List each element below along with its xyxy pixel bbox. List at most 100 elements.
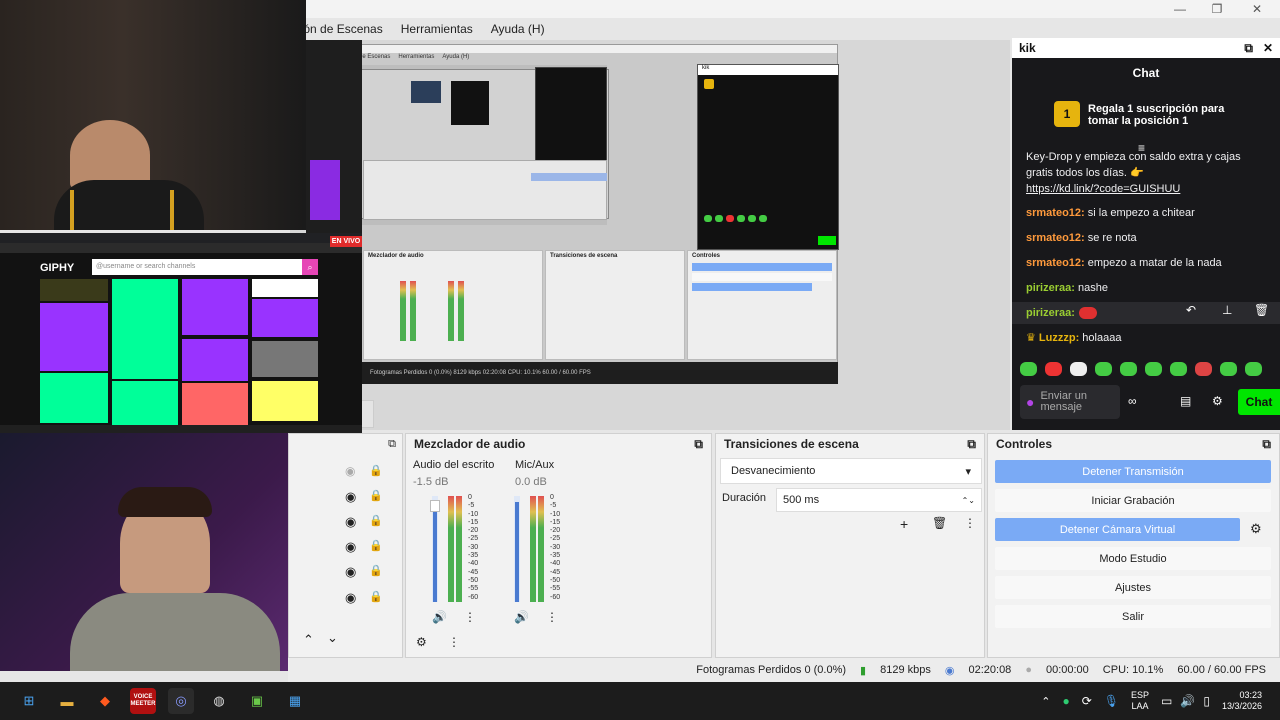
speaker-icon[interactable]: 🔊 <box>514 610 529 624</box>
chat-link[interactable]: https://kd.link/?code=GUISHUU <box>1026 181 1266 197</box>
cpu-usage: CPU: 10.1% <box>1102 664 1164 676</box>
channel-db: -1.5 dB <box>413 476 449 488</box>
stop-virtual-camera-button[interactable]: Detener Cámara Virtual <box>995 518 1240 541</box>
eye-icon[interactable]: ◉ <box>345 564 356 580</box>
float-icon[interactable]: ⧉ <box>388 438 396 451</box>
chat-send-button[interactable]: Chat <box>1238 389 1280 415</box>
pin-icon[interactable]: ⊥ <box>1222 303 1232 317</box>
more-icon[interactable]: ⋮ <box>448 635 460 649</box>
chat-title: Chat <box>1132 66 1160 80</box>
live-badge: EN VIVO <box>330 236 362 247</box>
controls-title: Controles <box>996 437 1053 451</box>
reply-icon[interactable]: ↶ <box>1186 303 1196 317</box>
giphy-logo: GIPHY <box>40 262 75 274</box>
gear-icon[interactable]: ⚙ <box>1250 521 1262 537</box>
emote-bar[interactable] <box>1020 362 1270 378</box>
network-icon[interactable]: ▭ <box>1161 694 1172 708</box>
green-app-icon[interactable]: ▣ <box>244 688 270 714</box>
speaker-icon[interactable]: 🔊 <box>432 610 447 624</box>
menu-tools[interactable]: Herramientas <box>399 22 475 36</box>
volume-slider[interactable] <box>514 496 520 602</box>
chat-message: Key-Drop y empieza con saldo extra y caj… <box>1026 151 1241 179</box>
chevron-up-icon[interactable]: ⌃ <box>303 632 314 648</box>
chat-promo[interactable]: Regala 1 suscripción para tomar la posic… <box>1088 103 1238 127</box>
language-indicator[interactable]: ESP LAA <box>1131 690 1149 712</box>
channel-name: Mic/Aux <box>515 459 555 471</box>
clock[interactable]: 03:23 13/3/2026 <box>1222 690 1262 712</box>
chat-message-hovered[interactable]: pirizeraa: <box>1012 302 1280 324</box>
lock-icon[interactable]: 🔒 <box>369 464 383 477</box>
studio-mode-button[interactable]: Modo Estudio <box>995 547 1271 570</box>
close-icon[interactable]: ✕ <box>1237 0 1277 18</box>
minimize-icon[interactable]: — <box>1160 0 1200 18</box>
bitrate: 8129 kbps <box>880 664 931 676</box>
nested-controls-title: Controles <box>692 253 721 259</box>
lock-icon[interactable]: 🔒 <box>369 514 383 527</box>
more-icon[interactable]: ⋮ <box>464 610 476 624</box>
brave-browser-icon[interactable]: ◆ <box>92 688 118 714</box>
chevron-down-icon: ▾ <box>965 465 971 478</box>
float-icon[interactable]: ⧉ <box>1262 437 1271 452</box>
record-icon: ● <box>1025 664 1032 676</box>
obs-icon[interactable]: ◍ <box>206 688 232 714</box>
mic-icon[interactable]: 🎙 <box>1104 694 1119 708</box>
more-icon[interactable]: ⋮ <box>964 516 976 530</box>
lock-icon[interactable]: 🔒 <box>369 539 383 552</box>
float-icon[interactable]: ⧉ <box>1244 41 1253 56</box>
fps: 60.00 / 60.00 FPS <box>1177 664 1266 676</box>
chat-input[interactable]: ● Enviar un mensaje <box>1020 385 1120 419</box>
float-icon[interactable]: ⧉ <box>967 437 976 452</box>
exit-button[interactable]: Salir <box>995 605 1271 628</box>
store-icon[interactable]: ▤ <box>1180 394 1191 408</box>
sync-icon[interactable]: ⟳ <box>1082 694 1092 708</box>
eye-icon[interactable]: ◉ <box>345 590 356 606</box>
discord-icon[interactable]: ◎ <box>168 688 194 714</box>
db-scale: 0 -5 -10 -15 -20 -25 -30 -35 -40 -45 -50 -55 -60 <box>550 494 561 601</box>
volume-icon[interactable]: 🔊 <box>1180 694 1195 708</box>
add-icon[interactable]: + <box>900 516 908 532</box>
settings-button[interactable]: Ajustes <box>995 576 1271 599</box>
photos-icon[interactable]: ▦ <box>282 688 308 714</box>
giphy-search-input[interactable]: @username or search channels <box>92 259 302 275</box>
windows-start-icon[interactable]: ⊞ <box>16 688 42 714</box>
maximize-icon[interactable]: ❐ <box>1197 0 1237 18</box>
mic-icon[interactable]: ● <box>1026 394 1034 410</box>
giphy-browser: GIPHY @username or search channels ⌕ <box>0 233 362 433</box>
lock-icon[interactable]: 🔒 <box>369 564 383 577</box>
gear-icon[interactable]: ⚙ <box>1212 394 1223 408</box>
float-icon[interactable]: ⧉ <box>694 437 703 452</box>
infinity-icon[interactable]: ∞ <box>1128 394 1137 408</box>
lock-icon[interactable]: 🔒 <box>369 590 383 603</box>
eye-icon[interactable]: ◉ <box>345 539 356 555</box>
transition-select[interactable]: Desvanecimiento ▾ <box>720 458 982 484</box>
status-dot-icon[interactable]: ● <box>1062 694 1069 708</box>
crown-icon: ♛ <box>1026 332 1039 344</box>
trash-icon[interactable]: 🗑 <box>932 516 947 530</box>
stream-icon: ◉ <box>944 664 955 677</box>
search-icon[interactable]: ⌕ <box>302 259 318 275</box>
start-recording-button[interactable]: Iniciar Grabación <box>995 489 1271 512</box>
lock-icon[interactable]: 🔒 <box>369 489 383 502</box>
volume-slider[interactable] <box>430 496 440 602</box>
nested-transitions-title: Transiciones de escena <box>550 253 618 259</box>
more-icon[interactable]: ⋮ <box>546 610 558 624</box>
nested-mixer-title: Mezclador de audio <box>368 253 424 259</box>
duration-spinbox[interactable]: 500 ms ⌃⌄ <box>776 488 982 512</box>
battery-icon[interactable]: ▯ <box>1203 694 1210 708</box>
file-explorer-icon[interactable]: ▬ <box>54 688 80 714</box>
menu-help[interactable]: Ayuda (H) <box>489 22 547 36</box>
eye-icon[interactable]: ◉ <box>345 489 356 505</box>
chevron-down-icon[interactable]: ⌄ <box>327 630 338 646</box>
chevron-up-icon[interactable]: ⌃ <box>1041 695 1050 708</box>
nested-obs-capture: ación de Escenas Herramientas Ayuda (H) … <box>330 44 839 384</box>
gear-icon[interactable]: ⚙ <box>416 635 427 649</box>
eye-icon[interactable]: ◉ <box>345 514 356 530</box>
stop-stream-button[interactable]: Detener Transmisión <box>995 460 1271 483</box>
dropped-frames: Fotogramas Perdidos 0 (0.0%) <box>696 664 847 676</box>
duration-label: Duración <box>722 492 767 504</box>
voicemeeter-icon[interactable]: VOICE MEETER <box>130 688 156 714</box>
trash-icon[interactable]: 🗑 <box>1254 303 1269 317</box>
close-icon[interactable]: ✕ <box>1263 41 1273 56</box>
eye-icon[interactable]: ◉ <box>345 464 355 478</box>
audio-mixer-dock: Mezclador de audio ⧉ Audio del escrito -1… <box>405 433 712 658</box>
